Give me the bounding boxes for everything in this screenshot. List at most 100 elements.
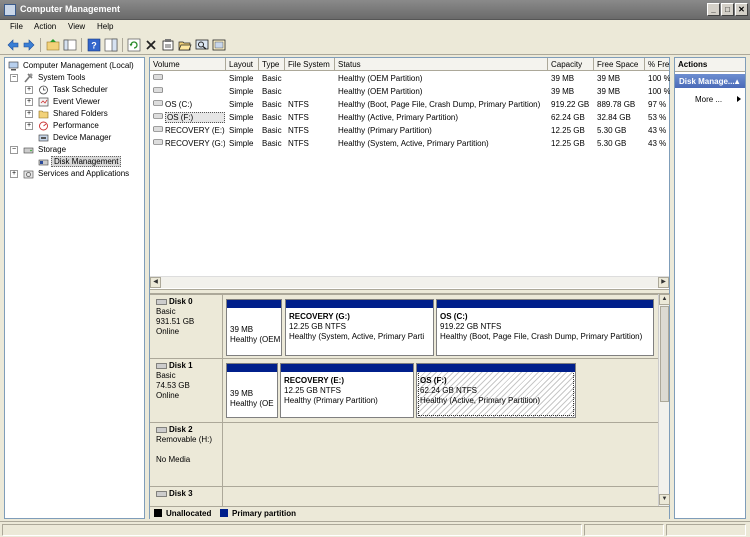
- unallocated-swatch: [154, 509, 162, 517]
- partition-recovery-e[interactable]: RECOVERY (E:) 12.25 GB NTFS Healthy (Prima…: [280, 363, 414, 418]
- primary-partition-bar: [437, 300, 653, 308]
- column-header-capacity[interactable]: Capacity: [548, 58, 594, 71]
- tree-label: System Tools: [38, 73, 86, 82]
- tree-item-storage[interactable]: − Storage: [8, 144, 144, 156]
- menu-file[interactable]: File: [10, 22, 23, 31]
- layout-cell: Simple: [229, 100, 254, 109]
- tree-label: Services and Applications: [38, 169, 130, 178]
- legend-primary: Primary partition: [232, 509, 297, 518]
- partition-os-f[interactable]: OS (F:) 62.24 GB NTFS Healthy (Active, Pri…: [416, 363, 576, 418]
- tree-item-task-scheduler[interactable]: + Task Scheduler: [8, 84, 144, 96]
- up-icon[interactable]: [46, 38, 60, 52]
- tools-icon: [24, 73, 33, 83]
- volume-row[interactable]: RECOVERY (E:) Simple Basic NTFS Healthy (Pri…: [150, 124, 669, 137]
- tree-item-system-tools[interactable]: − System Tools: [8, 72, 144, 84]
- menu-help[interactable]: Help: [97, 22, 113, 31]
- actions-pane: Actions Disk Manage... ▲ More ...: [674, 57, 746, 519]
- expand-icon[interactable]: +: [25, 110, 33, 118]
- type-cell: Basic: [262, 100, 282, 109]
- partition-oem[interactable]: 39 MB Healthy (OE: [226, 363, 278, 418]
- minimize-button[interactable]: _: [707, 3, 720, 16]
- tree-item-disk-management[interactable]: Disk Management: [8, 156, 144, 168]
- services-icon: [23, 170, 34, 179]
- actions-section-disk-management[interactable]: Disk Manage... ▲: [675, 74, 745, 88]
- close-button[interactable]: ✕: [735, 3, 748, 16]
- maximize-button[interactable]: □: [721, 3, 734, 16]
- scroll-up-button[interactable]: ▲: [659, 294, 670, 305]
- disk-icon: [156, 363, 167, 369]
- scroll-left-button[interactable]: ◀: [150, 277, 161, 288]
- column-header-layout[interactable]: Layout: [226, 58, 259, 71]
- partition-status: Healthy (Boot, Page File, Crash Dump, Pr…: [440, 332, 643, 341]
- column-header-free-space[interactable]: Free Space: [594, 58, 645, 71]
- properties-panel-icon[interactable]: [104, 38, 118, 52]
- horizontal-scrollbar[interactable]: ◀ ▶: [150, 276, 669, 288]
- partition-size: 39 MB: [230, 325, 254, 334]
- actions-header: Actions: [675, 58, 745, 72]
- back-icon[interactable]: [6, 38, 20, 52]
- forward-icon[interactable]: [22, 38, 36, 52]
- properties-icon[interactable]: [161, 38, 175, 52]
- layout-cell: Simple: [229, 87, 254, 96]
- tree-item-shared-folders[interactable]: + Shared Folders: [8, 108, 144, 120]
- column-header-volume[interactable]: Volume: [150, 58, 226, 71]
- tree-item-services[interactable]: + Services and Applications: [8, 168, 144, 180]
- disk-label[interactable]: Disk 3: [150, 487, 223, 506]
- help-icon[interactable]: ?: [87, 38, 101, 52]
- expand-icon[interactable]: +: [25, 98, 33, 106]
- status-cell: [666, 524, 746, 536]
- scroll-right-button[interactable]: ▶: [658, 277, 669, 288]
- submenu-arrow-icon: [737, 96, 741, 102]
- tree-item-event-viewer[interactable]: + Event Viewer: [8, 96, 144, 108]
- collapse-icon[interactable]: −: [10, 74, 18, 82]
- tree-item-root[interactable]: Computer Management (Local): [8, 60, 144, 72]
- partition-os-c[interactable]: OS (C:) 919.22 GB NTFS Healthy (Boot, Page…: [436, 299, 654, 356]
- disk-size: 74.53 GB: [156, 381, 190, 390]
- disk-type: Basic: [156, 307, 176, 316]
- layout-cell: Simple: [229, 139, 254, 148]
- toolbar-separator: [81, 38, 82, 52]
- free-space-cell: 39 MB: [597, 87, 621, 96]
- refresh-icon[interactable]: [127, 38, 141, 52]
- volume-row[interactable]: RECOVERY (G:) Simple Basic NTFS Healthy (Sys…: [150, 137, 669, 150]
- disk-label[interactable]: Disk 0 Basic 931.51 GB Online: [150, 295, 223, 358]
- volume-row[interactable]: OS (C:) Simple Basic NTFS Healthy (Boot, Pag…: [150, 98, 669, 111]
- volume-row[interactable]: Simple Basic Healthy (OEM Partition) 39 MB 3…: [150, 72, 670, 85]
- type-cell: Basic: [262, 113, 282, 122]
- column-header-status[interactable]: Status: [335, 58, 548, 71]
- disk-state: No Media: [156, 455, 191, 464]
- partition-recovery-g[interactable]: RECOVERY (G:) 12.25 GB NTFS Healthy (Syste…: [285, 299, 434, 356]
- tree-item-performance[interactable]: + Performance: [8, 120, 144, 132]
- disk-label[interactable]: Disk 2 Removable (H:) No Media: [150, 423, 223, 486]
- column-header-file-system[interactable]: File System: [285, 58, 335, 71]
- rescan-icon[interactable]: [195, 38, 209, 52]
- partition-oem[interactable]: 39 MB Healthy (OEM: [226, 299, 282, 356]
- collapse-up-icon: ▲: [733, 77, 741, 86]
- scroll-thumb[interactable]: [660, 306, 669, 402]
- tree-item-device-manager[interactable]: Device Manager: [8, 132, 144, 144]
- show-hide-tree-icon[interactable]: [63, 38, 77, 52]
- column-header-percent-free[interactable]: % Fre: [645, 58, 669, 71]
- more-actions-item[interactable]: More ...: [695, 95, 722, 104]
- volume-row[interactable]: Simple Basic Healthy (OEM Partition) 39 MB 3…: [150, 85, 670, 98]
- open-icon[interactable]: [178, 38, 192, 52]
- collapse-icon[interactable]: −: [10, 146, 18, 154]
- volume-list-header: Volume Layout Type File System Status Ca…: [150, 58, 669, 71]
- menu-view[interactable]: View: [68, 22, 85, 31]
- storage-icon: [23, 147, 34, 154]
- delete-icon[interactable]: [144, 38, 158, 52]
- column-header-type[interactable]: Type: [259, 58, 285, 71]
- expand-icon[interactable]: +: [10, 170, 18, 178]
- type-cell: Basic: [262, 74, 282, 83]
- menu-action[interactable]: Action: [34, 22, 56, 31]
- expand-icon[interactable]: +: [25, 122, 33, 130]
- scroll-down-button[interactable]: ▼: [659, 494, 670, 505]
- volume-row[interactable]: OS (F:) Simple Basic NTFS Healthy (Active, P…: [150, 111, 669, 124]
- disk-label[interactable]: Disk 1 Basic 74.53 GB Online: [150, 359, 223, 422]
- toolbar: ?: [0, 35, 750, 55]
- expand-icon[interactable]: +: [25, 86, 33, 94]
- partition-size: 919.22 GB NTFS: [440, 322, 502, 331]
- help-topics-icon[interactable]: [212, 38, 226, 52]
- disk-icon: [156, 299, 167, 305]
- vertical-scrollbar[interactable]: ▲ ▼: [658, 294, 670, 506]
